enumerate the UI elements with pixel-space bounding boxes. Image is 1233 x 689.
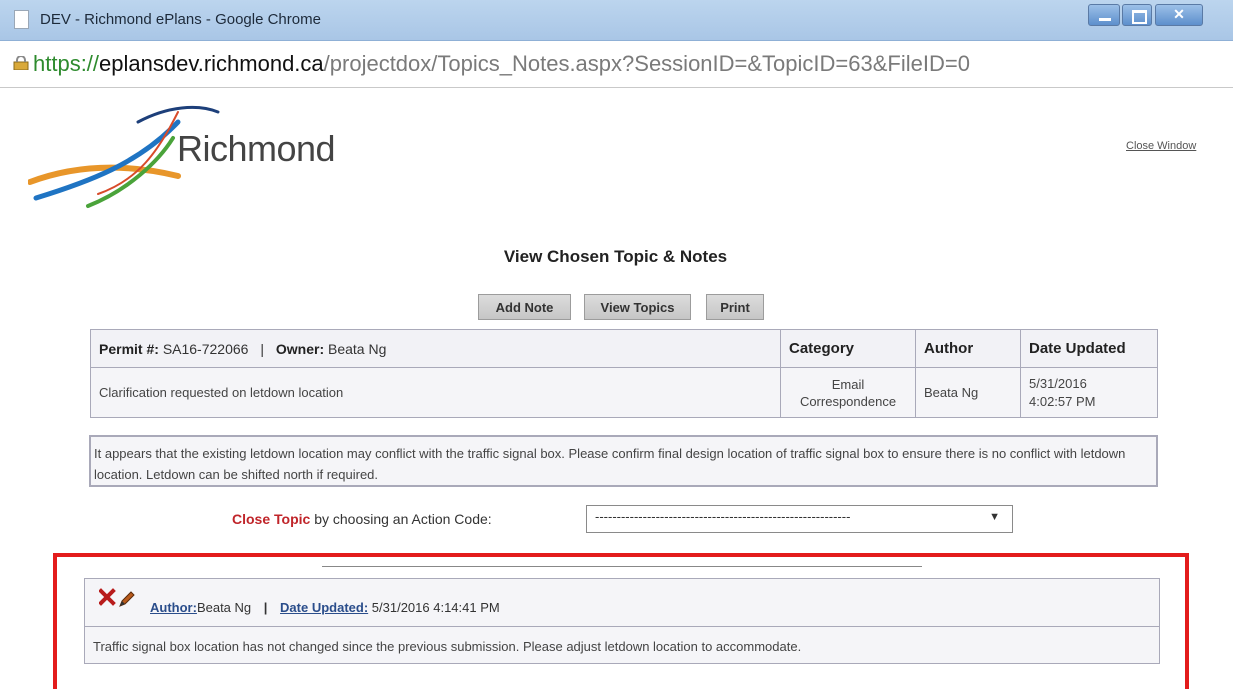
owner-label: Owner: [275, 340, 325, 357]
topic-table: Permit #: SA16-722066 | Owner: Beata Ng … [90, 329, 1158, 418]
date-line-2: 4:02:57 PM [1029, 393, 1096, 409]
delete-icon[interactable] [99, 588, 117, 606]
divider [322, 566, 922, 567]
permit-label: Permit #: [99, 340, 159, 357]
author-link[interactable]: Author: [150, 600, 197, 615]
note-header: Author:Beata Ng | Date Updated: 5/31/201… [85, 579, 1159, 627]
topic-date: 5/31/2016 4:02:57 PM [1020, 367, 1158, 418]
dropdown-arrow-icon: ▼ [989, 511, 1000, 523]
date-line-1: 5/31/2016 [1029, 375, 1087, 391]
topic-header-row: Permit #: SA16-722066 | Owner: Beata Ng … [90, 329, 1158, 368]
close-button[interactable]: ✕ [1155, 4, 1203, 26]
add-note-button[interactable]: Add Note [478, 294, 571, 320]
date-updated-header: Date Updated [1020, 329, 1158, 368]
minimize-icon [1099, 18, 1111, 21]
permit-number: SA16-722066 [162, 340, 249, 357]
permit-owner-cell: Permit #: SA16-722066 | Owner: Beata Ng [90, 329, 781, 368]
url-text[interactable]: https://eplansdev.richmond.ca/projectdox… [33, 51, 970, 77]
topic-subject: Clarification requested on letdown locat… [90, 367, 781, 418]
view-topics-button[interactable]: View Topics [584, 294, 691, 320]
minimize-button[interactable] [1088, 4, 1120, 26]
topic-description: It appears that the existing letdown loc… [89, 435, 1158, 487]
maximize-button[interactable] [1122, 4, 1152, 26]
category-line-1: Email [831, 376, 865, 392]
address-bar[interactable]: https://eplansdev.richmond.ca/projectdox… [0, 41, 1233, 88]
category-header: Category [780, 329, 916, 368]
lock-icon [13, 56, 29, 70]
action-code-value: ----------------------------------------… [595, 509, 851, 524]
note-author: Beata Ng [196, 600, 252, 615]
page-icon [14, 10, 29, 29]
close-icon: ✕ [1173, 6, 1185, 22]
close-topic-label: Close Topic by choosing an Action Code: [232, 511, 492, 527]
topic-category: Email Correspondence [780, 367, 916, 418]
note-date: 5/31/2016 4:14:41 PM [371, 600, 500, 615]
date-updated-link[interactable]: Date Updated: [280, 600, 368, 615]
brand-name: Richmond [177, 128, 336, 169]
separator: | [260, 340, 264, 357]
topic-row: Clarification requested on letdown locat… [90, 367, 1158, 418]
note-text: Traffic signal box location has not chan… [93, 639, 802, 654]
author-header: Author [915, 329, 1021, 368]
print-button[interactable]: Print [706, 294, 764, 320]
close-topic-text: Close Topic [232, 511, 311, 527]
window-title-bar: DEV - Richmond ePlans - Google Chrome ✕ [0, 0, 1233, 41]
note-item: Author:Beata Ng | Date Updated: 5/31/201… [84, 578, 1160, 664]
pencil-icon[interactable] [117, 589, 137, 609]
close-topic-suffix: by choosing an Action Code: [314, 511, 492, 527]
maximize-icon [1132, 10, 1147, 24]
page-title: View Chosen Topic & Notes [503, 247, 728, 266]
note-meta: Author:Beata Ng | Date Updated: 5/31/201… [150, 600, 500, 615]
category-line-2: Correspondence [799, 393, 897, 409]
separator: | [263, 600, 268, 615]
action-code-select[interactable]: ----------------------------------------… [586, 505, 1013, 533]
owner-name: Beata Ng [328, 340, 387, 357]
close-window-link[interactable]: Close Window [1126, 140, 1196, 152]
topic-author: Beata Ng [915, 367, 1021, 418]
window-title: DEV - Richmond ePlans - Google Chrome [40, 11, 321, 28]
